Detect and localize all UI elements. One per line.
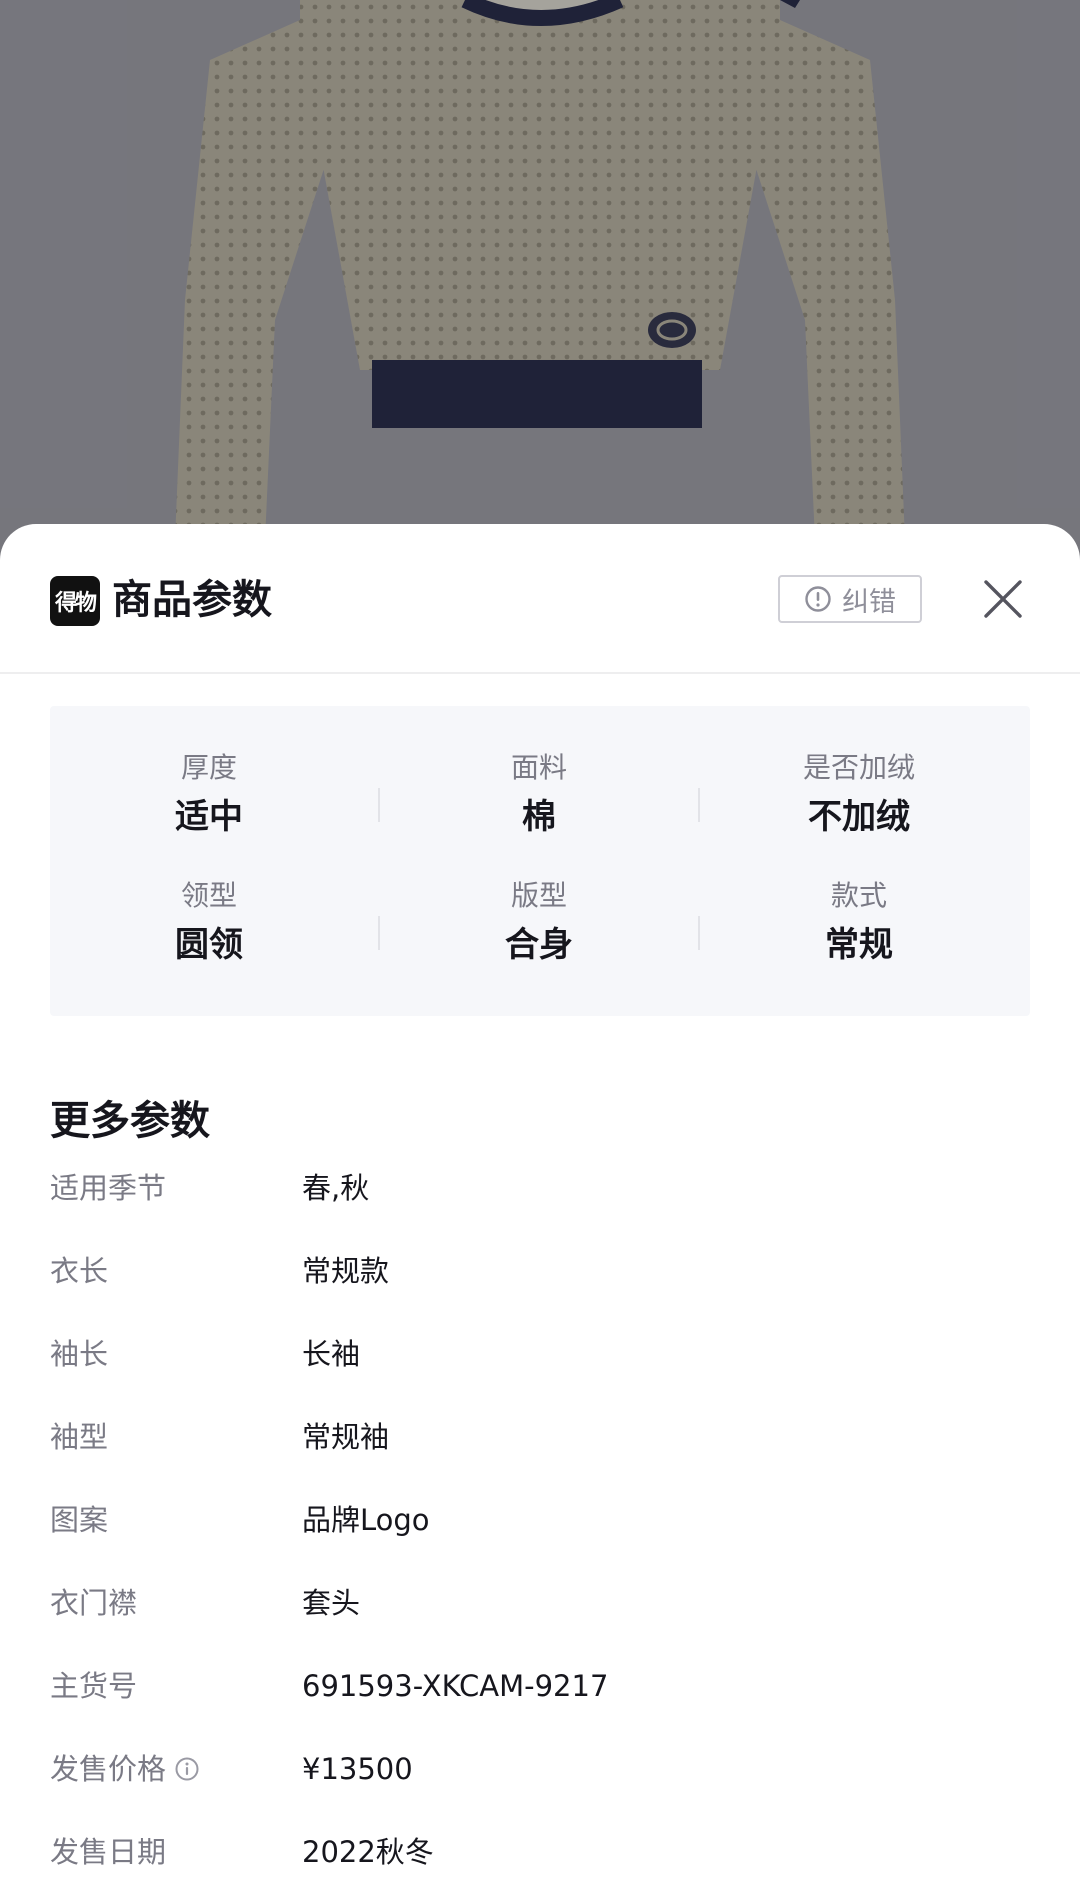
column-divider (378, 788, 380, 822)
sheet-title: 商品参数 (112, 577, 272, 623)
param-value: 棉 (522, 797, 556, 837)
param-thickness: 厚度 适中 (50, 750, 368, 840)
param-label: 面料 (510, 751, 567, 784)
column-divider (378, 916, 380, 950)
param-value: 合身 (505, 925, 573, 965)
spec-row-price: 发售价格 ¥13500 (50, 1749, 1030, 1832)
spec-value: 套头 (302, 1586, 361, 1620)
spec-label: 袖型 (50, 1420, 109, 1454)
alert-circle-icon (805, 586, 831, 612)
param-label: 版型 (510, 879, 567, 912)
brand-logo-text: 得物 (54, 591, 97, 616)
spec-row-length: 衣长 常规款 (50, 1251, 1030, 1334)
spec-value: 691593-XKCAM-9217 (302, 1669, 609, 1703)
product-image (0, 0, 1080, 560)
spec-label: 衣长 (50, 1254, 109, 1288)
spec-label: 图案 (50, 1503, 109, 1537)
report-error-label: 纠错 (842, 586, 896, 618)
spec-value: 2022秋冬 (302, 1835, 434, 1869)
spec-list: 适用季节 春,秋 衣长 常规款 袖长 长袖 袖型 常规袖 图案 品牌Logo 衣… (50, 1168, 1030, 1897)
spec-value: 常规款 (302, 1254, 390, 1288)
sheet-header: 得物 商品参数 纠错 (0, 524, 1080, 674)
spec-row-release-date: 发售日期 2022秋冬 (50, 1832, 1030, 1897)
close-icon[interactable] (982, 578, 1024, 620)
info-icon[interactable] (174, 1756, 200, 1782)
param-value: 适中 (175, 797, 243, 837)
param-label: 是否加绒 (802, 751, 915, 784)
spec-value: ¥13500 (302, 1752, 413, 1786)
spec-row-pattern: 图案 品牌Logo (50, 1500, 1030, 1583)
param-collar: 领型 圆领 (50, 878, 368, 968)
spec-row-closure: 衣门襟 套头 (50, 1583, 1030, 1666)
more-params-title: 更多参数 (50, 1098, 210, 1144)
param-fleece: 是否加绒 不加绒 (700, 750, 1018, 840)
spec-row-sleeve-length: 袖长 长袖 (50, 1334, 1030, 1417)
param-value: 圆领 (175, 925, 243, 965)
spec-value: 春,秋 (302, 1171, 370, 1205)
spec-value: 品牌Logo (302, 1503, 430, 1537)
brand-logo-icon: 得物 (50, 576, 100, 626)
dim-overlay[interactable] (0, 0, 1080, 560)
spec-label: 发售价格 (50, 1749, 200, 1789)
spec-row-sleeve-type: 袖型 常规袖 (50, 1417, 1030, 1500)
spec-label: 适用季节 (50, 1171, 167, 1205)
param-style: 款式 常规 (700, 878, 1018, 968)
spec-row-sku: 主货号 691593-XKCAM-9217 (50, 1666, 1030, 1749)
param-value: 不加绒 (808, 797, 910, 837)
param-label: 款式 (830, 879, 887, 912)
param-label: 领型 (180, 879, 237, 912)
spec-value: 常规袖 (302, 1420, 390, 1454)
column-divider (698, 916, 700, 950)
spec-label: 发售日期 (50, 1835, 167, 1869)
column-divider (698, 788, 700, 822)
spec-value: 长袖 (302, 1337, 361, 1371)
report-error-button[interactable]: 纠错 (778, 575, 922, 623)
param-fabric: 面料 棉 (380, 750, 698, 840)
spec-label: 衣门襟 (50, 1586, 138, 1620)
param-value: 常规 (825, 925, 893, 965)
spec-row-season: 适用季节 春,秋 (50, 1168, 1030, 1251)
spec-label: 袖长 (50, 1337, 109, 1371)
param-label: 厚度 (180, 751, 237, 784)
param-fit: 版型 合身 (380, 878, 698, 968)
spec-label: 主货号 (50, 1669, 138, 1703)
product-params-sheet: 得物 商品参数 纠错 厚度 适中 面料 棉 是否加绒 不加绒 领型 圆领 版型 … (0, 524, 1080, 1897)
key-params-grid: 厚度 适中 面料 棉 是否加绒 不加绒 领型 圆领 版型 合身 款式 常规 (50, 706, 1030, 1016)
